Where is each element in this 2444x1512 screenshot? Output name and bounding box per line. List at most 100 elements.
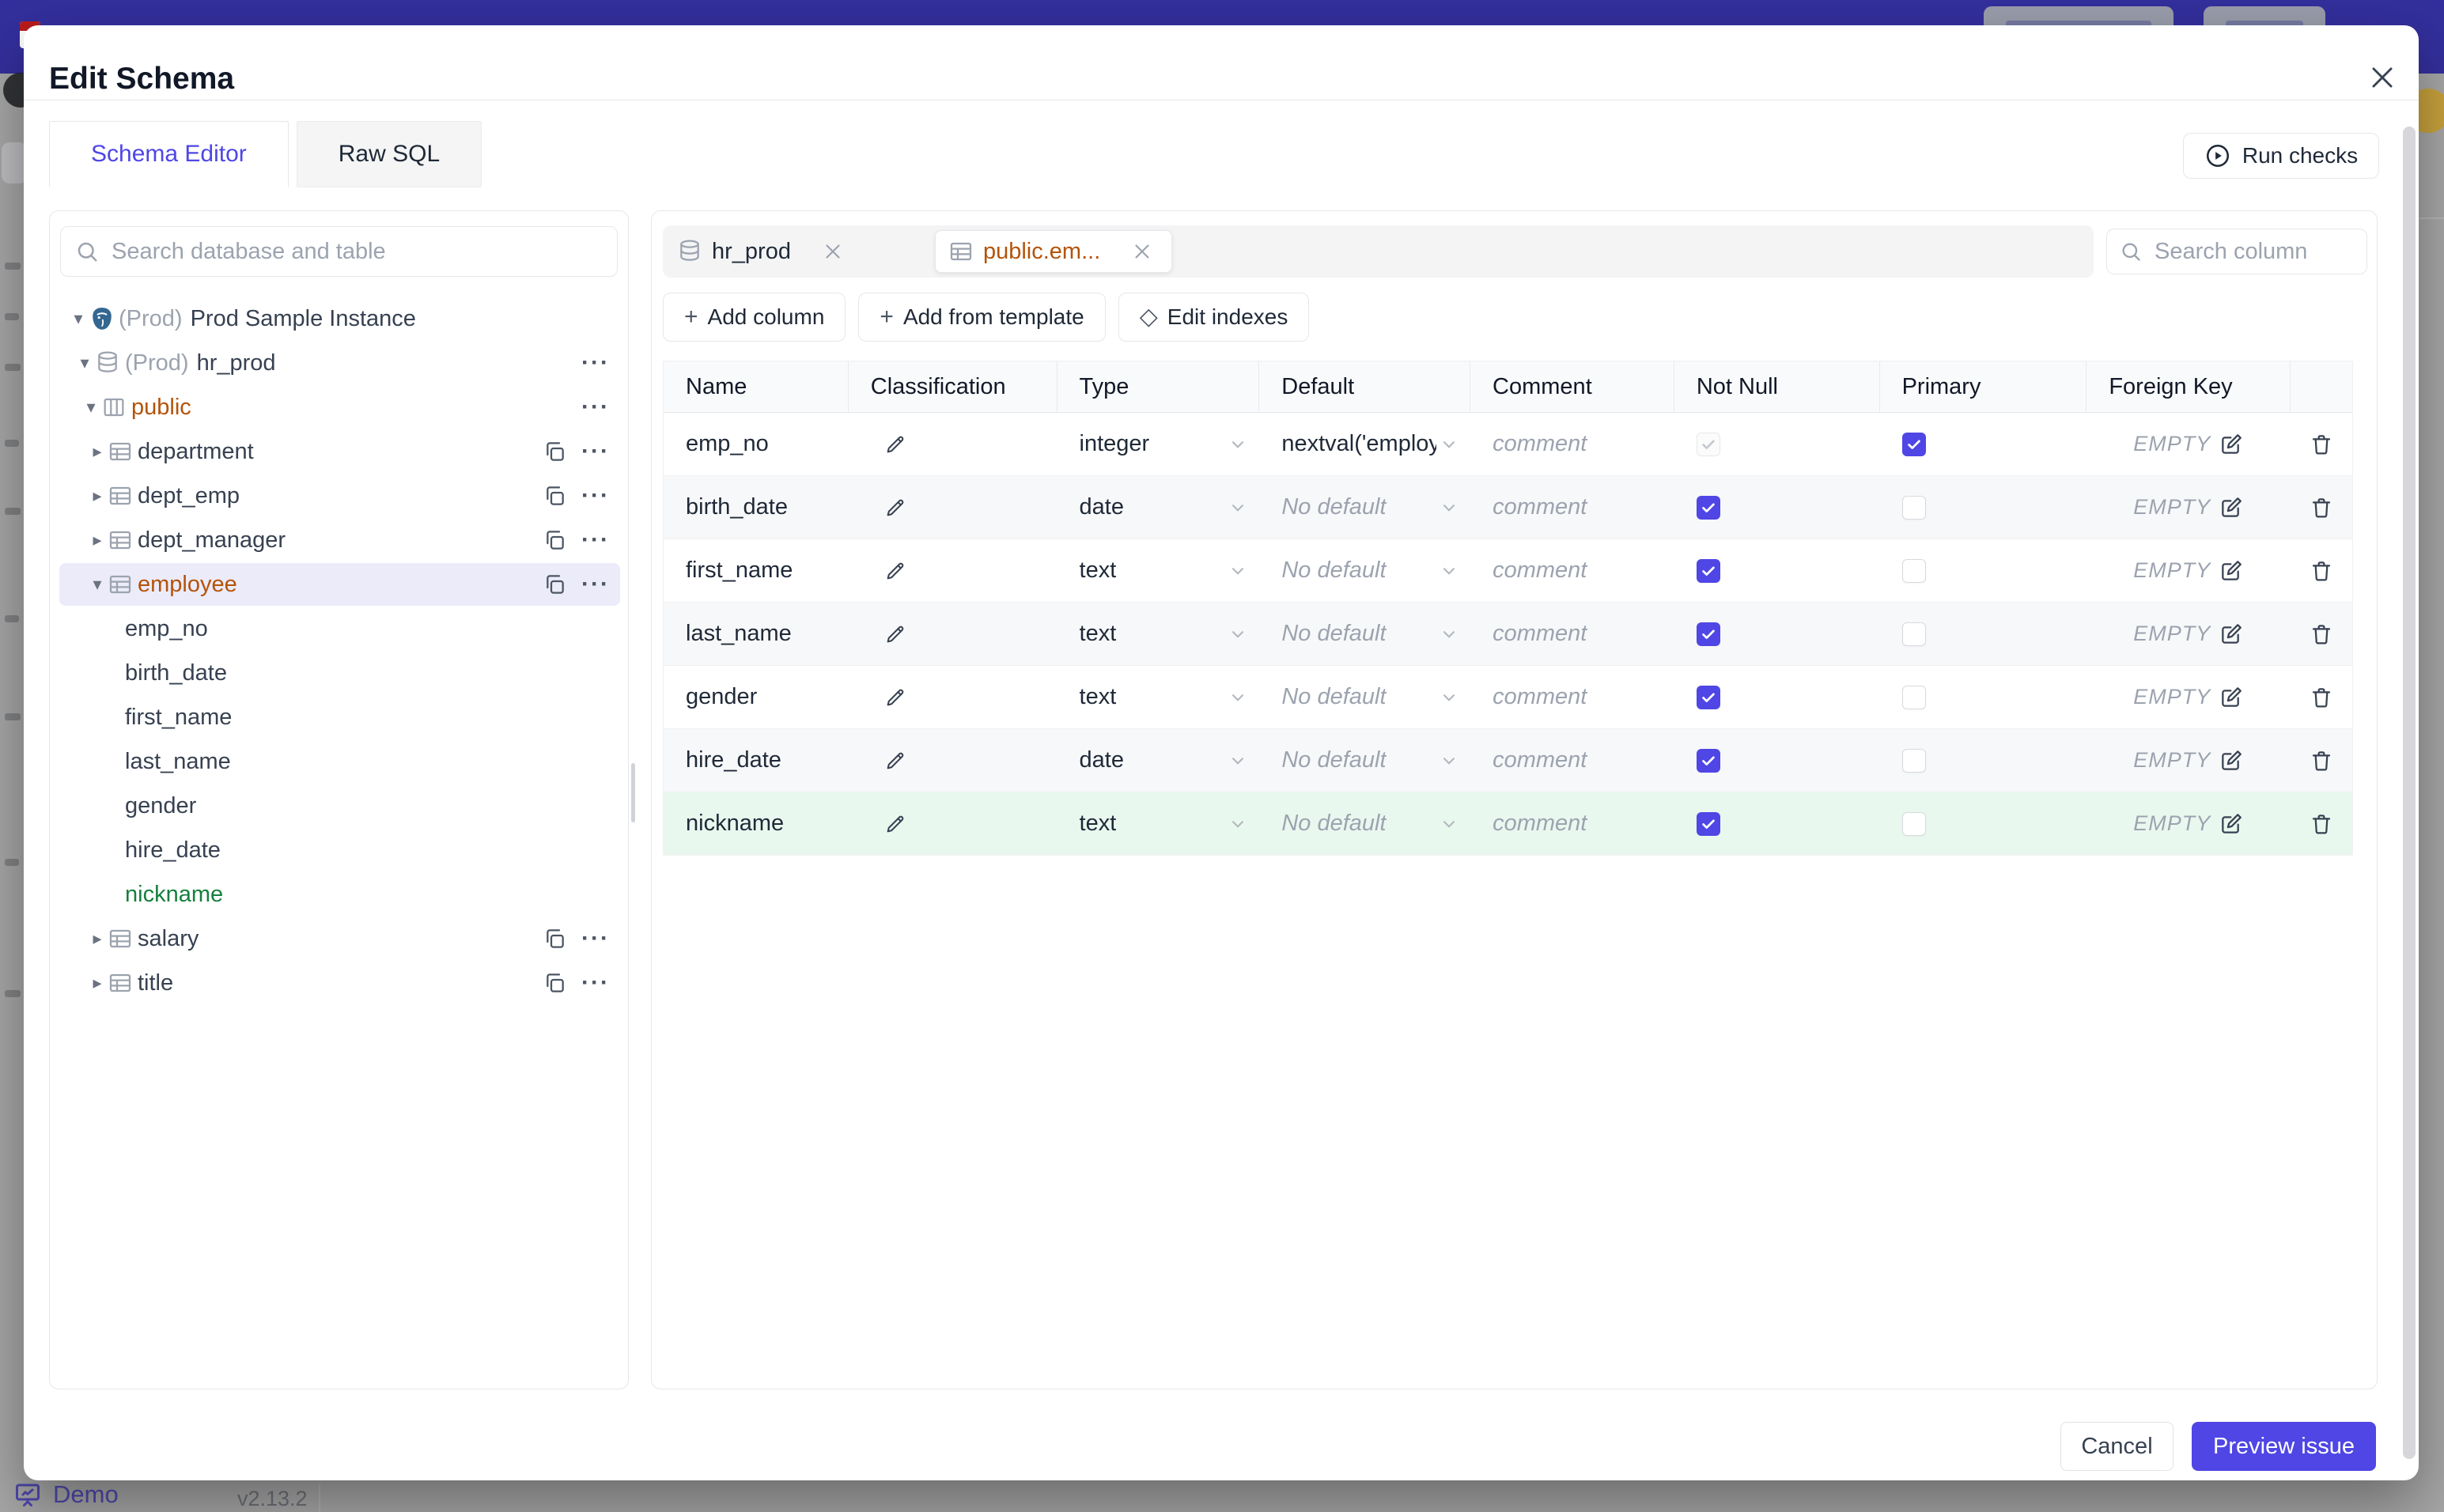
trash-icon[interactable] xyxy=(2309,622,2334,647)
type-select[interactable]: text xyxy=(1057,603,1260,665)
tree-item-gender[interactable]: gender xyxy=(50,784,628,828)
default-select[interactable]: No default xyxy=(1259,603,1470,665)
more-options-icon[interactable]: ··· xyxy=(581,484,610,508)
tree-item-last_name[interactable]: last_name xyxy=(50,739,628,784)
not-null-checkbox[interactable] xyxy=(1696,622,1720,646)
primary-checkbox[interactable] xyxy=(1901,558,1926,583)
edit-square-icon[interactable] xyxy=(2219,748,2244,773)
not-null-checkbox[interactable] xyxy=(1696,685,1720,709)
comment-input[interactable]: comment xyxy=(1470,729,1674,792)
add-from-template-button[interactable]: + Add from template xyxy=(858,293,1106,342)
more-options-icon[interactable]: ··· xyxy=(581,528,610,552)
tree-item-salary[interactable]: ▸ salary ··· xyxy=(50,917,628,961)
trash-icon[interactable] xyxy=(2309,432,2334,457)
comment-input[interactable]: comment xyxy=(1470,476,1674,539)
chevron-right-icon[interactable]: ▸ xyxy=(87,973,108,993)
copy-icon[interactable] xyxy=(542,483,567,508)
comment-input[interactable]: comment xyxy=(1470,792,1674,855)
trash-icon[interactable] xyxy=(2309,685,2334,710)
demo-link[interactable]: Demo xyxy=(13,1480,119,1509)
trash-icon[interactable] xyxy=(2309,558,2334,584)
cancel-button[interactable]: Cancel xyxy=(2060,1422,2173,1471)
edit-square-icon[interactable] xyxy=(2219,432,2244,457)
default-select[interactable]: No default xyxy=(1259,666,1470,728)
copy-icon[interactable] xyxy=(542,970,567,996)
tree-item-hr_prod[interactable]: ▾ (Prod) hr_prod ··· xyxy=(50,341,628,385)
pencil-icon[interactable] xyxy=(883,686,907,709)
more-options-icon[interactable]: ··· xyxy=(581,395,610,419)
tree-item-employee[interactable]: ▾ employee ··· xyxy=(50,562,628,607)
tree-item-emp_no[interactable]: emp_no xyxy=(50,607,628,651)
type-select[interactable]: text xyxy=(1057,792,1260,855)
comment-input[interactable]: comment xyxy=(1470,539,1674,602)
close-tab-icon[interactable] xyxy=(821,240,845,263)
default-select[interactable]: No default xyxy=(1259,539,1470,602)
tab-raw-sql[interactable]: Raw SQL xyxy=(296,121,482,187)
panel-resize-handle[interactable] xyxy=(631,763,635,822)
pencil-icon[interactable] xyxy=(883,433,907,456)
chevron-right-icon[interactable]: ▸ xyxy=(87,928,108,949)
more-options-icon[interactable]: ··· xyxy=(581,971,610,995)
comment-input[interactable]: comment xyxy=(1470,666,1674,728)
type-select[interactable]: date xyxy=(1057,476,1260,539)
chevron-down-icon[interactable]: ▾ xyxy=(81,397,101,418)
preview-issue-button[interactable]: Preview issue xyxy=(2192,1422,2376,1471)
chevron-down-icon[interactable]: ▾ xyxy=(68,308,89,329)
column-search-input[interactable] xyxy=(2153,237,2354,266)
tree-item-first_name[interactable]: first_name xyxy=(50,695,628,739)
chevron-down-icon[interactable]: ▾ xyxy=(87,574,108,595)
copy-icon[interactable] xyxy=(542,926,567,951)
chevron-right-icon[interactable]: ▸ xyxy=(87,486,108,506)
not-null-checkbox[interactable] xyxy=(1696,748,1720,773)
copy-icon[interactable] xyxy=(542,527,567,553)
tree-search-input[interactable] xyxy=(110,237,603,266)
not-null-checkbox[interactable] xyxy=(1696,811,1720,836)
primary-checkbox[interactable] xyxy=(1901,622,1926,646)
tree-item-public[interactable]: ▾ public ··· xyxy=(50,385,628,429)
default-select[interactable]: No default xyxy=(1259,476,1470,539)
trash-icon[interactable] xyxy=(2309,748,2334,773)
close-icon[interactable] xyxy=(2357,52,2408,103)
pencil-icon[interactable] xyxy=(883,622,907,646)
chevron-right-icon[interactable]: ▸ xyxy=(87,530,108,550)
tree-item-dept_manager[interactable]: ▸ dept_manager ··· xyxy=(50,518,628,562)
type-select[interactable]: integer xyxy=(1057,413,1260,475)
pencil-icon[interactable] xyxy=(883,496,907,520)
default-select[interactable]: No default xyxy=(1259,792,1470,855)
tree-item-title[interactable]: ▸ title ··· xyxy=(50,961,628,1005)
edit-square-icon[interactable] xyxy=(2219,622,2244,647)
primary-checkbox[interactable] xyxy=(1901,495,1926,520)
run-checks-button[interactable]: Run checks xyxy=(2183,133,2379,179)
more-options-icon[interactable]: ··· xyxy=(581,573,610,596)
tree-item-Prod Sample Instance[interactable]: ▾ (Prod) Prod Sample Instance xyxy=(50,297,628,341)
chevron-down-icon[interactable]: ▾ xyxy=(74,353,95,373)
trash-icon[interactable] xyxy=(2309,811,2334,837)
not-null-checkbox[interactable] xyxy=(1696,558,1720,583)
add-column-button[interactable]: + Add column xyxy=(663,293,846,342)
more-options-icon[interactable]: ··· xyxy=(581,351,610,375)
chevron-right-icon[interactable]: ▸ xyxy=(87,441,108,462)
pencil-icon[interactable] xyxy=(883,812,907,836)
pencil-icon[interactable] xyxy=(883,749,907,773)
copy-icon[interactable] xyxy=(542,572,567,597)
close-tab-icon[interactable] xyxy=(1130,240,1154,263)
primary-checkbox[interactable] xyxy=(1901,432,1926,456)
editor-tab-hr_prod[interactable]: hr_prod xyxy=(663,230,864,273)
comment-input[interactable]: comment xyxy=(1470,603,1674,665)
tree-item-hire_date[interactable]: hire_date xyxy=(50,828,628,872)
primary-checkbox[interactable] xyxy=(1901,685,1926,709)
default-select[interactable]: No default xyxy=(1259,729,1470,792)
type-select[interactable]: date xyxy=(1057,729,1260,792)
default-select[interactable]: nextval('employ xyxy=(1259,413,1470,475)
edit-indexes-button[interactable]: ◇ Edit indexes xyxy=(1118,293,1310,342)
primary-checkbox[interactable] xyxy=(1901,748,1926,773)
tab-schema-editor[interactable]: Schema Editor xyxy=(49,121,289,187)
copy-icon[interactable] xyxy=(542,439,567,464)
type-select[interactable]: text xyxy=(1057,539,1260,602)
tree-item-department[interactable]: ▸ department ··· xyxy=(50,429,628,474)
edit-square-icon[interactable] xyxy=(2219,685,2244,710)
comment-input[interactable]: comment xyxy=(1470,413,1674,475)
editor-tab-public.em...[interactable]: public.em... xyxy=(934,230,1173,273)
tree-item-dept_emp[interactable]: ▸ dept_emp ··· xyxy=(50,474,628,518)
more-options-icon[interactable]: ··· xyxy=(581,927,610,951)
